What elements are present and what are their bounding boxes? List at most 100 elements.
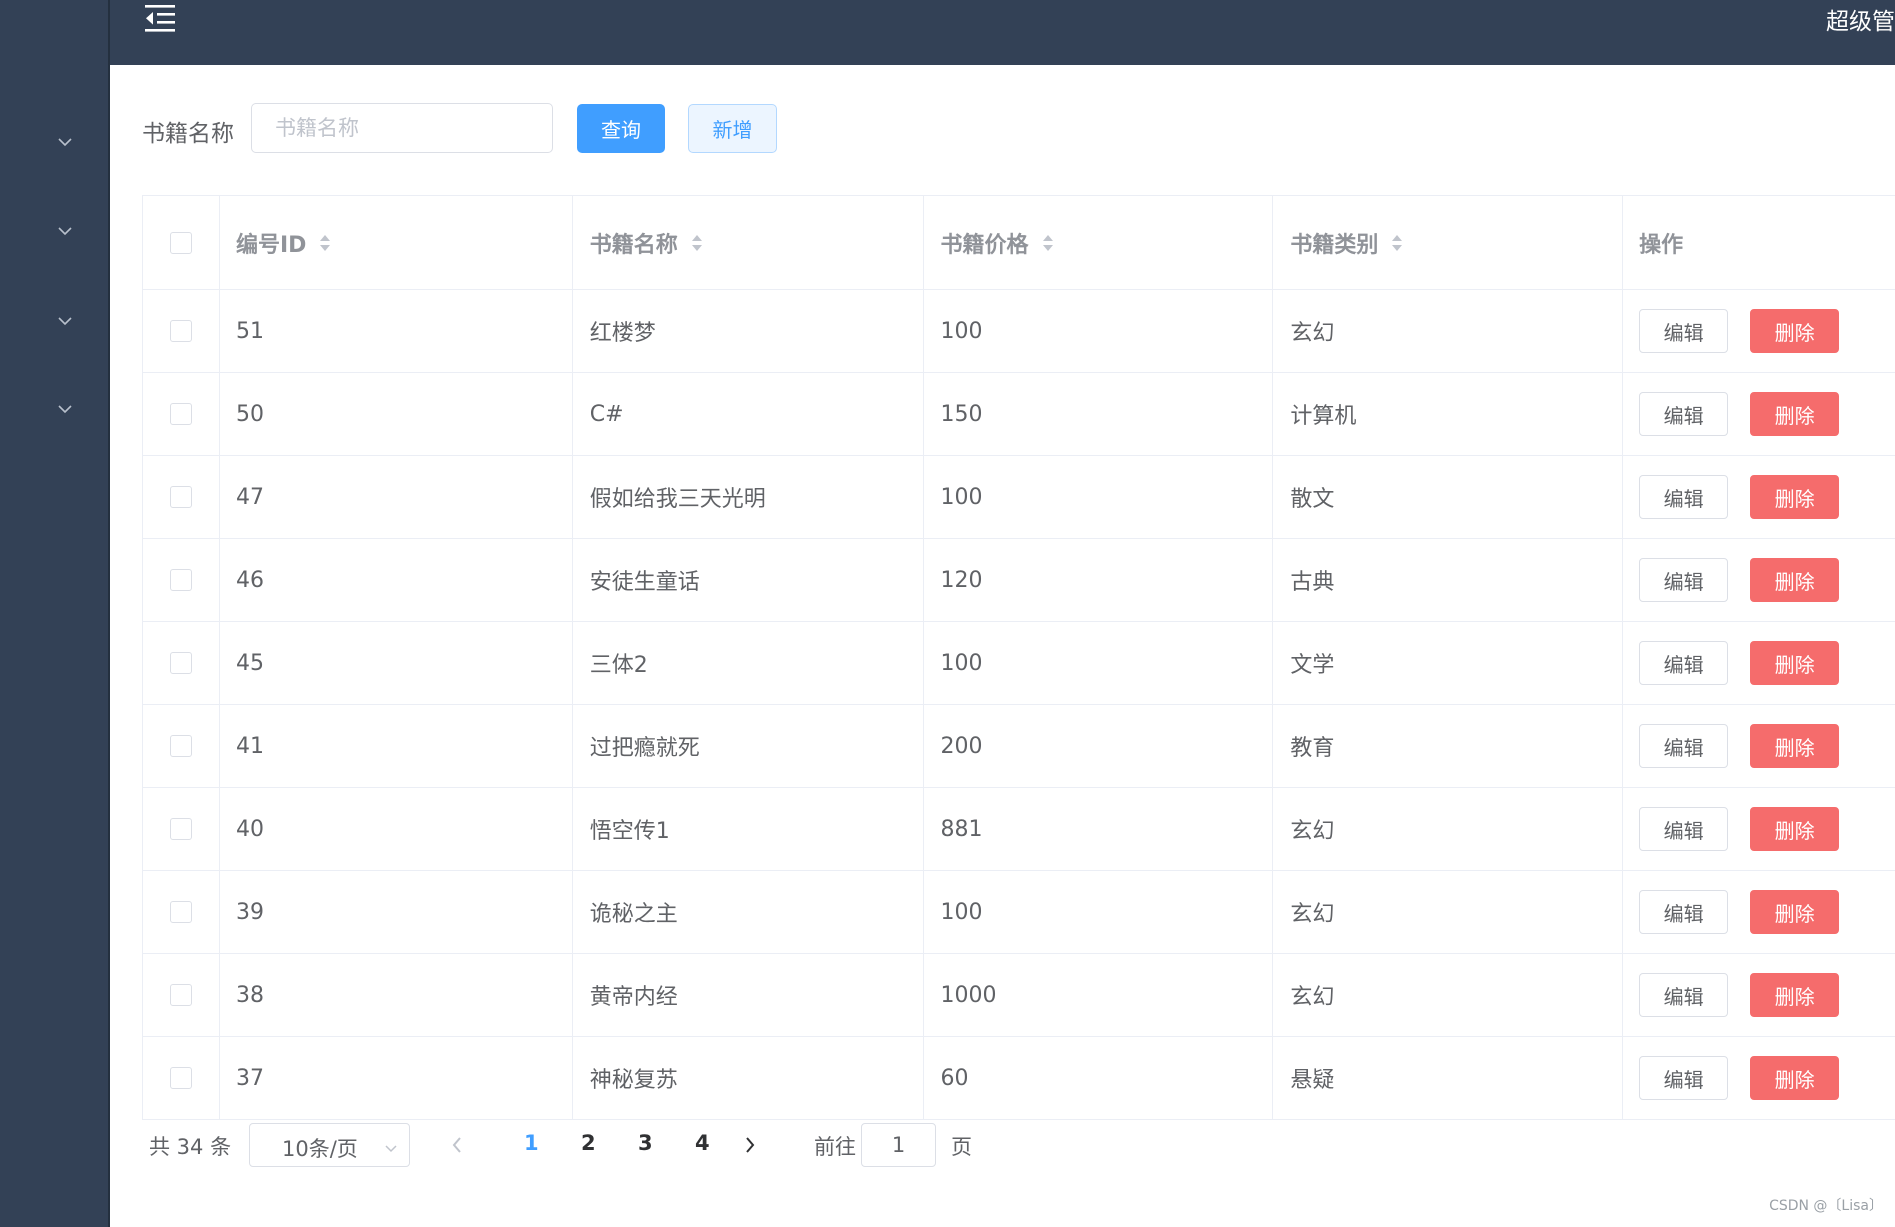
delete-button[interactable]: 删除 [1750,309,1840,353]
user-name[interactable]: 超级管 [1826,2,1895,36]
row-checkbox[interactable] [169,735,192,757]
edit-button[interactable]: 编辑 [1639,973,1729,1017]
edit-button[interactable]: 编辑 [1639,558,1729,602]
row-checkbox[interactable] [169,403,192,425]
delete-button[interactable]: 删除 [1750,890,1840,934]
cell-price: 881 [924,788,1274,870]
page-number-2[interactable]: 2 [581,1131,596,1155]
cell-price: 100 [924,622,1274,704]
cell-id: 38 [220,954,573,1036]
delete-button[interactable]: 删除 [1750,558,1840,602]
delete-button[interactable]: 删除 [1750,724,1840,768]
delete-button[interactable]: 删除 [1750,807,1840,851]
column-header-actions: 操作 [1623,196,1895,289]
add-button[interactable]: 新增 [688,104,777,153]
sort-icon[interactable] [1041,232,1055,254]
edit-button[interactable]: 编辑 [1639,392,1729,436]
row-checkbox[interactable] [169,984,192,1006]
row-checkbox[interactable] [169,486,192,508]
edit-button[interactable]: 编辑 [1639,1056,1729,1100]
page-number-1[interactable]: 1 [524,1131,539,1155]
edit-button[interactable]: 编辑 [1639,641,1729,685]
table-row: 50 C# 150 计算机 编辑 删除 [143,373,1895,456]
column-header-price[interactable]: 书籍价格 [924,196,1274,289]
column-header-label: 书籍类别 [1290,232,1379,258]
select-all-checkbox[interactable] [169,231,192,254]
table-row: 47 假如给我三天光明 100 散文 编辑 删除 [143,456,1895,539]
edit-button[interactable]: 编辑 [1639,309,1729,353]
cell-type: 散文 [1273,456,1624,538]
cell-name: 过把瘾就死 [573,705,924,787]
next-page-icon[interactable] [740,1131,760,1159]
column-header-name[interactable]: 书籍名称 [573,196,924,289]
goto-label: 前往 [814,1135,856,1159]
row-check-cell [143,1037,220,1119]
row-checkbox[interactable] [169,1067,192,1089]
top-header: 超级管 [110,0,1895,65]
cell-actions: 编辑 删除 [1623,539,1895,621]
column-header-label: 书籍价格 [940,232,1029,258]
cell-price: 1000 [924,954,1274,1036]
cell-id: 50 [220,373,573,455]
column-header-id[interactable]: 编号ID [220,196,573,289]
menu-collapse-icon[interactable] [143,2,177,36]
delete-button[interactable]: 删除 [1750,392,1840,436]
cell-id: 46 [220,539,573,621]
table-header-row: 编号ID 书籍名称 书籍价格 书籍类别 操作 [143,196,1895,290]
row-checkbox[interactable] [169,320,192,342]
books-table: 编号ID 书籍名称 书籍价格 书籍类别 操作 51 红楼梦 100 玄幻 编辑 … [142,195,1895,1120]
row-checkbox[interactable] [169,569,192,591]
cell-price: 100 [924,456,1274,538]
cell-actions: 编辑 删除 [1623,871,1895,953]
cell-id: 40 [220,788,573,870]
select-all-cell [143,196,220,289]
chevron-down-icon[interactable] [56,312,74,330]
chevron-down-icon[interactable] [56,133,74,151]
delete-button[interactable]: 删除 [1750,973,1840,1017]
cell-type: 玄幻 [1273,290,1624,372]
row-check-cell [143,871,220,953]
cell-type: 计算机 [1273,373,1624,455]
row-checkbox[interactable] [169,652,192,674]
edit-button[interactable]: 编辑 [1639,890,1729,934]
cell-actions: 编辑 删除 [1623,954,1895,1036]
cell-type: 悬疑 [1273,1037,1624,1119]
cell-type: 古典 [1273,539,1624,621]
cell-price: 150 [924,373,1274,455]
watermark: CSDN @〔Lisa〕 [1769,1198,1883,1214]
query-button[interactable]: 查询 [577,104,665,153]
sort-icon[interactable] [1390,232,1404,254]
chevron-down-icon[interactable] [56,400,74,418]
column-header-label: 操作 [1639,232,1684,258]
delete-button[interactable]: 删除 [1750,1056,1840,1100]
delete-button[interactable]: 删除 [1750,475,1840,519]
sort-icon[interactable] [690,232,704,254]
book-name-search-input[interactable] [251,103,553,153]
cell-actions: 编辑 删除 [1623,290,1895,372]
row-checkbox[interactable] [169,901,192,923]
row-check-cell [143,290,220,372]
cell-name: 假如给我三天光明 [573,456,924,538]
row-check-cell [143,705,220,787]
delete-button[interactable]: 删除 [1750,641,1840,685]
column-header-type[interactable]: 书籍类别 [1273,196,1624,289]
edit-button[interactable]: 编辑 [1639,724,1729,768]
chevron-down-icon[interactable] [56,222,74,240]
page-jump-input[interactable] [861,1123,936,1167]
cell-actions: 编辑 删除 [1623,456,1895,538]
main-content: 书籍名称 查询 新增 编号ID 书籍名称 书籍价格 书籍类别 [110,65,1895,1227]
cell-name: 诡秘之主 [573,871,924,953]
sort-icon[interactable] [318,232,332,254]
page-size-select[interactable]: 10条/页 [249,1123,410,1167]
row-checkbox[interactable] [169,818,192,840]
table-row: 51 红楼梦 100 玄幻 编辑 删除 [143,290,1895,373]
page-number-3[interactable]: 3 [638,1131,653,1155]
cell-type: 文学 [1273,622,1624,704]
edit-button[interactable]: 编辑 [1639,807,1729,851]
edit-button[interactable]: 编辑 [1639,475,1729,519]
cell-price: 100 [924,290,1274,372]
prev-page-icon[interactable] [447,1131,467,1159]
chevron-down-icon [383,1137,399,1153]
page-number-4[interactable]: 4 [695,1131,710,1155]
table-row: 37 神秘复苏 60 悬疑 编辑 删除 [143,1037,1895,1120]
